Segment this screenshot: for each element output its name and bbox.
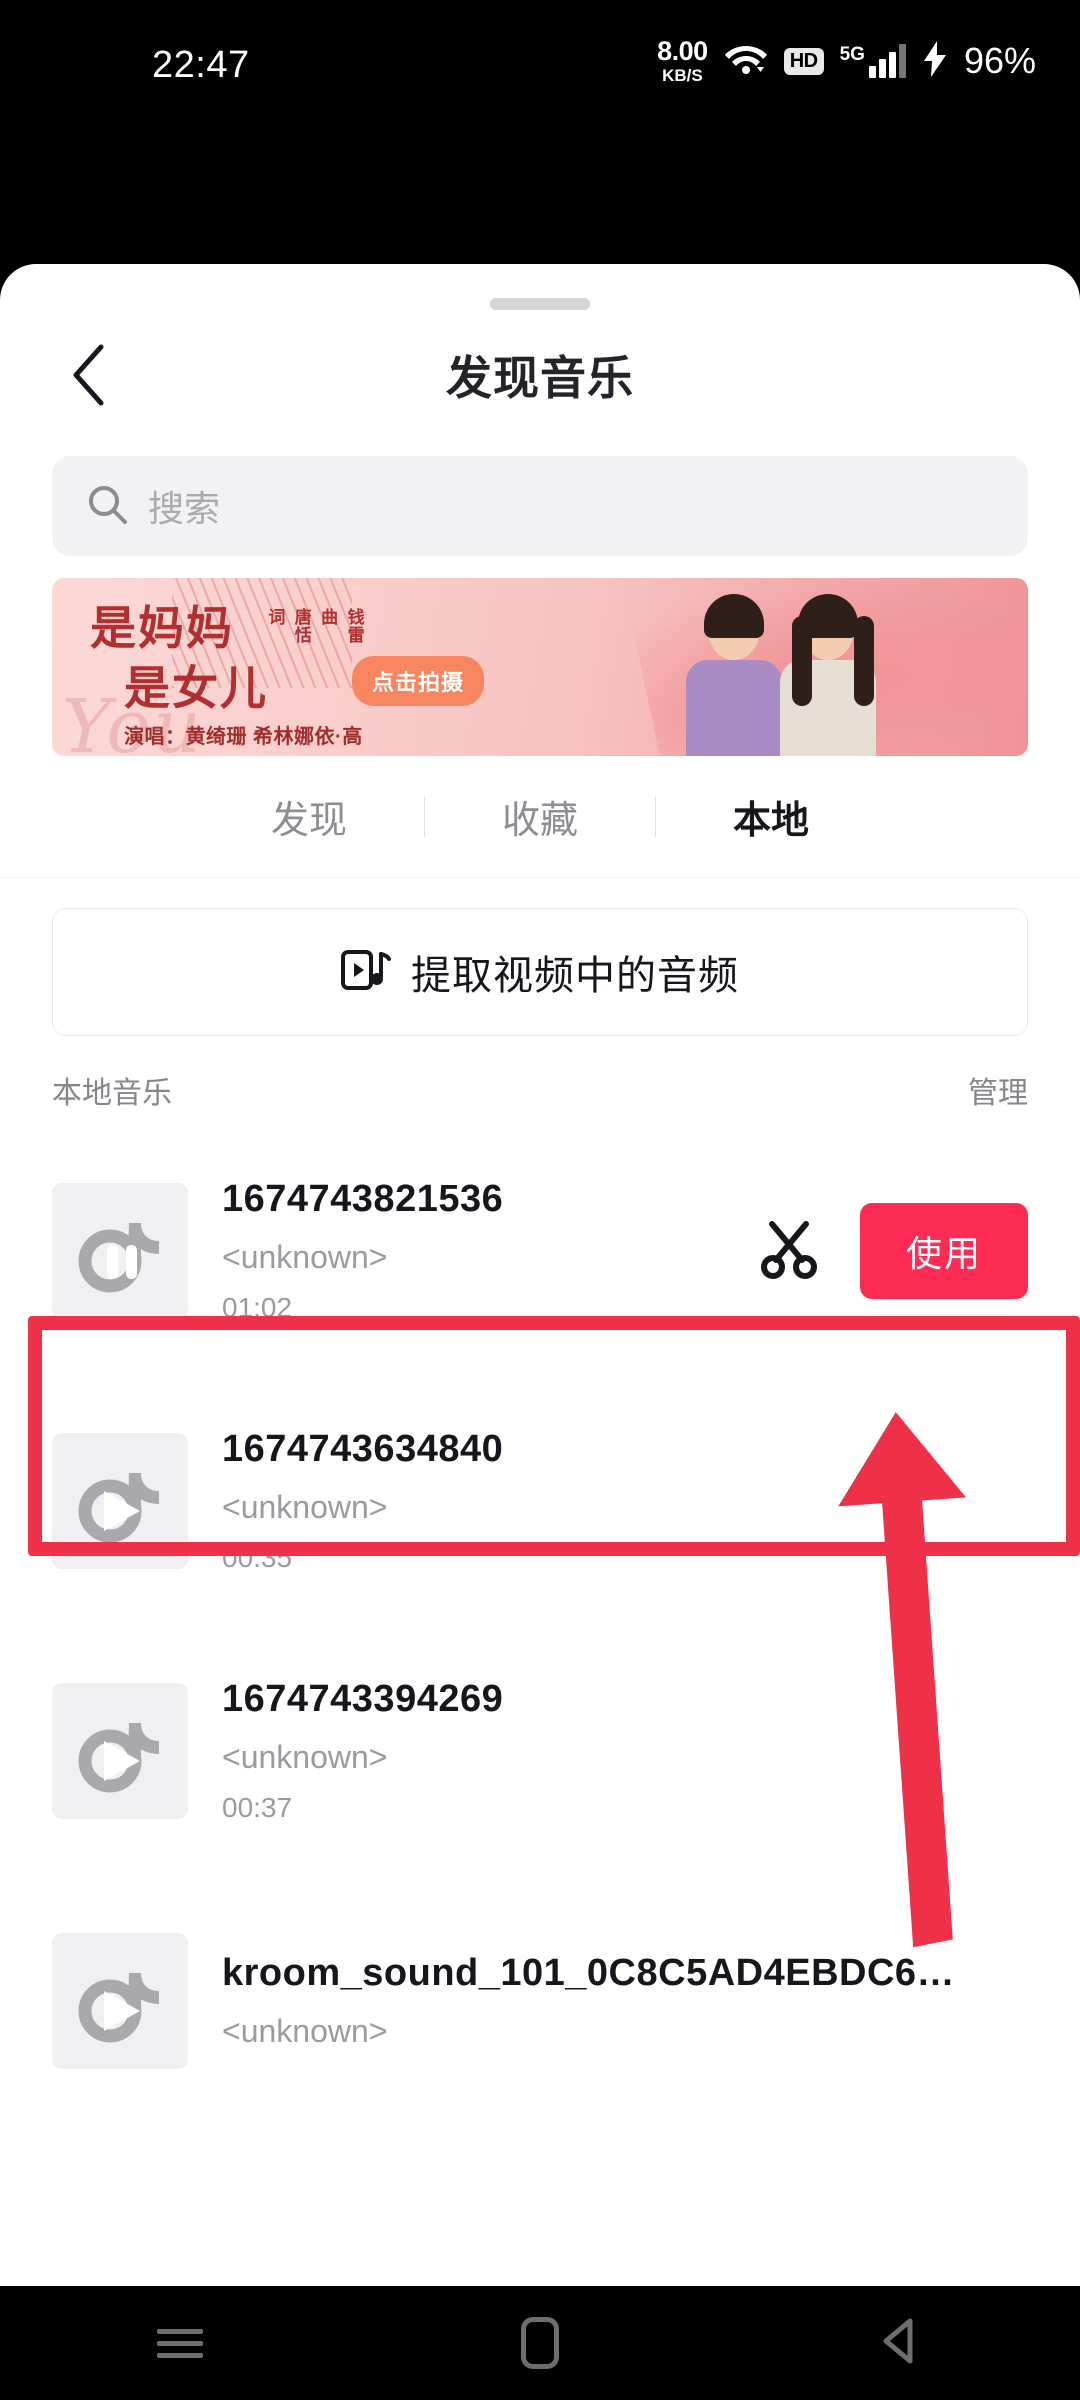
table-row[interactable]: 1674743634840 <unknown> 00:35 [0,1376,1080,1626]
back-button-nav[interactable] [840,2286,960,2400]
extract-audio-label: 提取视频中的音频 [411,954,739,998]
manage-button[interactable]: 管理 [968,1068,1028,1112]
back-triangle-icon [876,2315,924,2372]
status-bar-indicators: 8.00 KB/S HD 5G 96% [657,36,1036,85]
banner-credit-composer: 曲 [318,608,338,626]
music-picker-sheet: 发现音乐 搜索 You 是妈妈 是女儿 词 唐恬 曲 钱雷 演唱：黄绮珊 希林娜… [0,264,1080,2400]
local-music-title: 本地音乐 [52,1077,172,1110]
recents-button[interactable] [120,2286,240,2400]
status-bar-clock: 22:47 [152,44,250,86]
music-note-pause-icon [74,1203,166,1300]
music-note-play-icon [74,1703,166,1800]
banner-credits: 词 唐恬 曲 钱雷 [264,608,364,644]
search-section: 搜索 [0,440,1080,556]
search-placeholder: 搜索 [148,488,221,529]
extract-audio-button[interactable]: 提取视频中的音频 [52,908,1028,1036]
track-name: kroom_sound_101_0C8C5AD4EBDC6… [222,1952,956,1994]
banner-credit-lyricist-name: 唐恬 [291,608,311,644]
track-meta: 1674743821536 <unknown> 01:02 [188,1178,758,1324]
scissors-icon[interactable] [758,1218,820,1285]
local-music-list: 1674743821536 <unknown> 01:02 使用 1674743… [0,1126,1080,2126]
track-meta: 1674743394269 <unknown> 00:37 [188,1678,1028,1824]
banner-singer-line: 演唱：黄绮珊 希林娜依·高 [124,726,363,748]
search-input[interactable]: 搜索 [52,456,1028,556]
track-thumbnail[interactable] [52,1933,188,2069]
track-duration: 01:02 [222,1292,293,1323]
music-note-play-icon [74,1953,166,2050]
category-tabs: 发现 收藏 本地 [0,756,1080,878]
network-speed-indicator: 8.00 KB/S [657,36,708,85]
banner-cta-button[interactable]: 点击拍摄 [352,656,485,706]
track-name: 1674743394269 [222,1678,504,1720]
table-row[interactable]: 1674743394269 <unknown> 00:37 [0,1626,1080,1876]
extract-audio-section: 提取视频中的音频 [0,878,1080,1036]
home-square-icon [521,2317,559,2369]
track-name: 1674743634840 [222,1428,504,1470]
local-music-section-header: 本地音乐 管理 [0,1036,1080,1126]
track-artist: <unknown> [222,1239,388,1275]
wifi-icon [724,42,768,81]
video-music-extract-icon [341,946,391,999]
track-duration: 00:37 [222,1792,293,1823]
sheet-drag-handle[interactable] [490,298,590,310]
phone-screen: 22:47 8.00 KB/S HD 5G 96% 发现音乐 搜索 You 是妈… [0,0,1080,2400]
banner-title-line2: 是女儿 [124,662,268,714]
banner-title-line1: 是妈妈 [90,602,234,654]
track-thumbnail[interactable] [52,1433,188,1569]
track-artist: <unknown> [222,1739,388,1775]
tab-local[interactable]: 本地 [656,789,886,844]
network-speed-value: 8.00 [657,36,708,66]
track-artist: <unknown> [222,2013,388,2049]
status-bar: 22:47 8.00 KB/S HD 5G 96% [0,0,1080,112]
tab-discover[interactable]: 发现 [194,789,424,844]
recents-lines-icon [157,2322,203,2365]
sheet-header: 发现音乐 [0,310,1080,440]
use-button[interactable]: 使用 [859,1203,1028,1299]
search-icon [86,483,128,530]
table-row[interactable]: kroom_sound_101_0C8C5AD4EBDC6… <unknown> [0,1876,1080,2126]
track-duration: 00:35 [222,1542,293,1573]
android-nav-bar [0,2286,1080,2400]
banner-credit-composer-name: 钱雷 [344,608,364,644]
track-thumbnail[interactable] [52,1683,188,1819]
signal-strength-icon: 5G [840,44,906,78]
network-type-label: 5G [839,44,865,65]
track-actions: 使用 [758,1203,1028,1299]
chevron-left-icon [71,344,105,406]
banner-photo-people [668,594,918,756]
track-meta: 1674743634840 <unknown> 00:35 [188,1428,1028,1574]
home-button[interactable] [480,2286,600,2400]
network-speed-unit: KB/S [662,66,703,85]
lightning-bolt-icon [922,40,948,82]
back-button[interactable] [52,339,124,411]
promo-banner[interactable]: You 是妈妈 是女儿 词 唐恬 曲 钱雷 演唱：黄绮珊 希林娜依·高 点击拍摄 [52,578,1028,756]
track-artist: <unknown> [222,1489,388,1525]
track-name: 1674743821536 [222,1178,504,1220]
track-meta: kroom_sound_101_0C8C5AD4EBDC6… <unknown> [188,1952,1028,2050]
tab-favorites[interactable]: 收藏 [425,789,655,844]
music-note-play-icon [74,1453,166,1550]
page-title: 发现音乐 [446,352,634,404]
battery-percentage: 96% [963,40,1036,81]
track-thumbnail[interactable] [52,1183,188,1319]
table-row[interactable]: 1674743821536 <unknown> 01:02 使用 [0,1126,1080,1376]
promo-banner-section: You 是妈妈 是女儿 词 唐恬 曲 钱雷 演唱：黄绮珊 希林娜依·高 点击拍摄 [0,556,1080,756]
banner-credit-lyricist: 词 [265,608,285,626]
hd-badge: HD [783,47,824,75]
